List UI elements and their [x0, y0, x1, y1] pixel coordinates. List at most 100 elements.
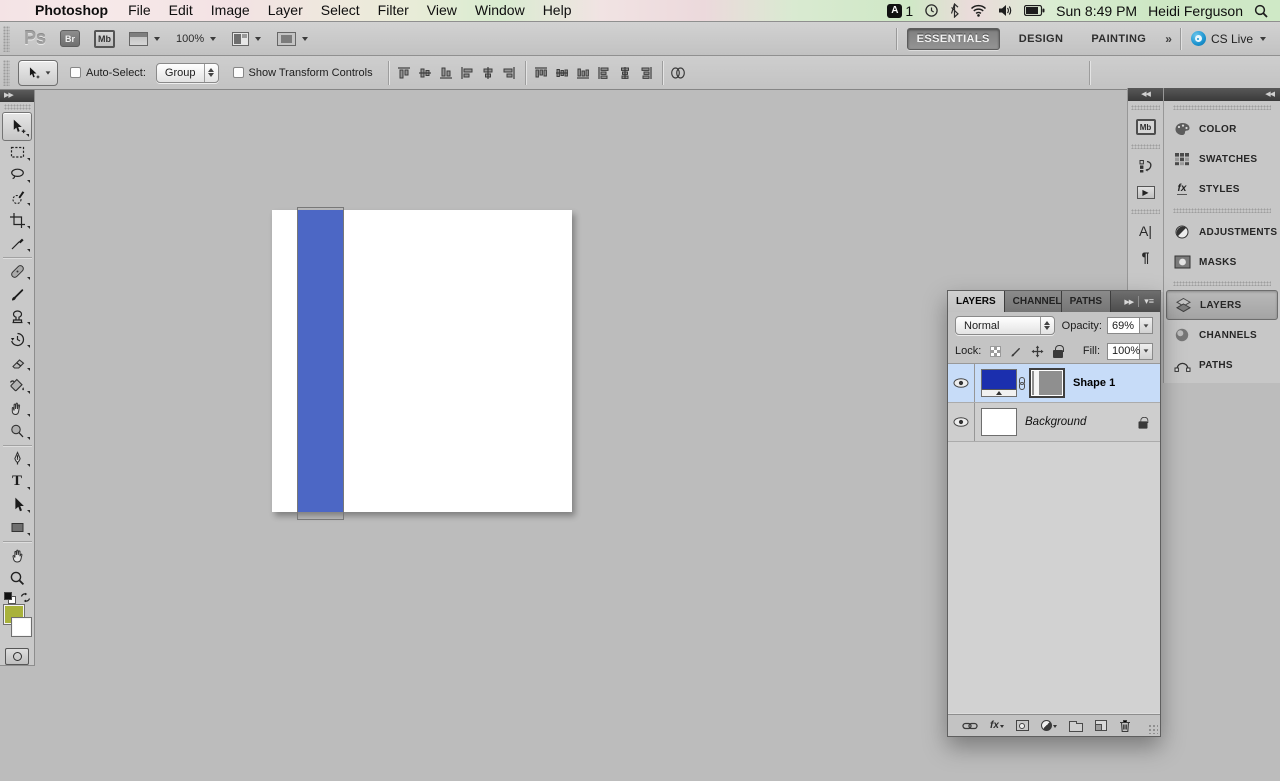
- dock-collapse-button[interactable]: ◀◀: [1128, 88, 1163, 101]
- fill-dropdown-icon[interactable]: [1140, 343, 1153, 360]
- layers-panel-button[interactable]: LAYERS: [1166, 290, 1278, 320]
- menu-layer[interactable]: Layer: [259, 0, 312, 22]
- swap-colors-icon[interactable]: [20, 592, 31, 606]
- arrange-documents-button[interactable]: [232, 32, 261, 46]
- move-tool[interactable]: [2, 112, 32, 141]
- blend-mode-dropdown[interactable]: Normal: [955, 316, 1055, 335]
- mini-bridge-panel-button[interactable]: Mb: [1128, 114, 1163, 140]
- opacity-dropdown-icon[interactable]: [1140, 317, 1153, 334]
- menu-filter[interactable]: Filter: [369, 0, 418, 22]
- history-brush-tool[interactable]: [2, 328, 32, 351]
- adjustments-panel-button[interactable]: ADJUSTMENTS: [1164, 217, 1280, 247]
- visibility-toggle[interactable]: [948, 364, 975, 402]
- workspace-painting-button[interactable]: PAINTING: [1082, 29, 1155, 49]
- lock-image-pixels-button[interactable]: [1009, 345, 1023, 358]
- vector-mask-thumbnail[interactable]: [1029, 368, 1065, 398]
- menu-view[interactable]: View: [418, 0, 466, 22]
- eyedropper-tool[interactable]: [2, 232, 32, 255]
- spotlight-icon[interactable]: [1254, 4, 1268, 18]
- shape-fill-thumbnail[interactable]: [981, 369, 1017, 397]
- actions-panel-button[interactable]: ▶: [1128, 179, 1163, 205]
- path-selection-tool[interactable]: [2, 493, 32, 516]
- new-group-button[interactable]: [1069, 720, 1083, 732]
- cs-live-button[interactable]: CS Live: [1191, 31, 1266, 46]
- smudge-tool[interactable]: [2, 397, 32, 420]
- menu-window[interactable]: Window: [466, 0, 534, 22]
- menu-photoshop[interactable]: Photoshop: [24, 0, 119, 22]
- toolbar-collapse-button[interactable]: ▶▶: [0, 90, 34, 102]
- dock-gripper[interactable]: [1164, 277, 1280, 290]
- fill-value[interactable]: 100%: [1107, 343, 1140, 360]
- panel-resize-grip[interactable]: [1148, 724, 1158, 734]
- menu-file[interactable]: File: [119, 0, 160, 22]
- dock-gripper[interactable]: [1128, 205, 1163, 218]
- show-transform-controls-checkbox[interactable]: [233, 67, 244, 78]
- default-colors-icon[interactable]: [4, 592, 17, 604]
- gradient-tool[interactable]: [2, 374, 32, 397]
- dock-gripper[interactable]: [1164, 101, 1280, 114]
- distribute-top-edges-button[interactable]: [531, 61, 552, 85]
- lock-transparent-pixels-button[interactable]: [988, 345, 1002, 358]
- optionsbar-gripper[interactable]: [3, 60, 10, 86]
- auto-select-checkbox[interactable]: [70, 67, 81, 78]
- dodge-tool[interactable]: [2, 420, 32, 443]
- distribute-right-edges-button[interactable]: [636, 61, 657, 85]
- lasso-tool[interactable]: [2, 164, 32, 187]
- new-adjustment-layer-button[interactable]: [1041, 720, 1057, 731]
- rectangle-tool[interactable]: [2, 516, 32, 539]
- quick-selection-tool[interactable]: [2, 186, 32, 209]
- link-layers-button[interactable]: [962, 721, 978, 731]
- paragraph-panel-button[interactable]: ¶: [1128, 244, 1163, 270]
- layer-name[interactable]: Background: [1025, 416, 1086, 428]
- channels-panel-button[interactable]: CHANNELS: [1164, 320, 1280, 350]
- workspace-essentials-button[interactable]: ESSENTIALS: [907, 28, 1000, 50]
- mask-link-icon[interactable]: [1019, 377, 1025, 390]
- spot-healing-brush-tool[interactable]: [2, 260, 32, 283]
- new-layer-button[interactable]: [1095, 720, 1107, 731]
- menu-help[interactable]: Help: [534, 0, 581, 22]
- lock-all-button[interactable]: [1051, 345, 1065, 358]
- delete-layer-button[interactable]: [1119, 719, 1131, 732]
- layer-style-button[interactable]: fx: [990, 720, 1004, 731]
- hand-tool[interactable]: [2, 544, 32, 567]
- time-machine-icon[interactable]: [924, 3, 939, 18]
- distribute-horizontal-centers-button[interactable]: [615, 61, 636, 85]
- battery-icon[interactable]: [1024, 5, 1045, 16]
- collapse-panel-icon[interactable]: ▶▶: [1124, 298, 1133, 306]
- brush-tool[interactable]: [2, 283, 32, 306]
- panel-menu-icon[interactable]: ▾≡: [1144, 296, 1154, 307]
- wifi-icon[interactable]: [970, 4, 987, 17]
- layer-row-shape-1[interactable]: Shape 1: [948, 364, 1160, 403]
- input-source-menu[interactable]: A 1: [887, 3, 913, 19]
- align-top-edges-button[interactable]: [394, 61, 415, 85]
- auto-select-mode-dropdown[interactable]: Group: [156, 63, 219, 83]
- history-panel-button[interactable]: [1128, 153, 1163, 179]
- bluetooth-icon[interactable]: [950, 3, 959, 18]
- user-menu[interactable]: Heidi Ferguson: [1148, 3, 1243, 19]
- quick-mask-mode-button[interactable]: [5, 648, 29, 665]
- distribute-left-edges-button[interactable]: [594, 61, 615, 85]
- align-horizontal-centers-button[interactable]: [478, 61, 499, 85]
- swatches-panel-button[interactable]: SWATCHES: [1164, 144, 1280, 174]
- auto-align-layers-button[interactable]: [668, 61, 689, 85]
- eraser-tool[interactable]: [2, 351, 32, 374]
- distribute-vertical-centers-button[interactable]: [552, 61, 573, 85]
- zoom-level-control[interactable]: 100%: [176, 33, 216, 45]
- pen-tool[interactable]: [2, 448, 32, 471]
- dock-gripper[interactable]: [1164, 204, 1280, 217]
- menu-edit[interactable]: Edit: [160, 0, 202, 22]
- dock-collapse-button[interactable]: ◀◀: [1164, 88, 1280, 101]
- crop-tool[interactable]: [2, 209, 32, 232]
- fill-field[interactable]: 100%: [1107, 343, 1153, 360]
- paths-panel-button[interactable]: PATHS: [1164, 350, 1280, 380]
- dock-gripper[interactable]: [1128, 101, 1163, 114]
- background-color-swatch[interactable]: [12, 618, 31, 636]
- layer-name[interactable]: Shape 1: [1073, 377, 1115, 389]
- launch-mini-bridge-button[interactable]: Mb: [94, 30, 115, 48]
- clone-stamp-tool[interactable]: [2, 306, 32, 329]
- rectangular-marquee-tool[interactable]: [2, 141, 32, 164]
- opacity-value[interactable]: 69%: [1107, 317, 1140, 334]
- launch-bridge-button[interactable]: Br: [60, 30, 80, 47]
- menu-select[interactable]: Select: [312, 0, 369, 22]
- align-right-edges-button[interactable]: [499, 61, 520, 85]
